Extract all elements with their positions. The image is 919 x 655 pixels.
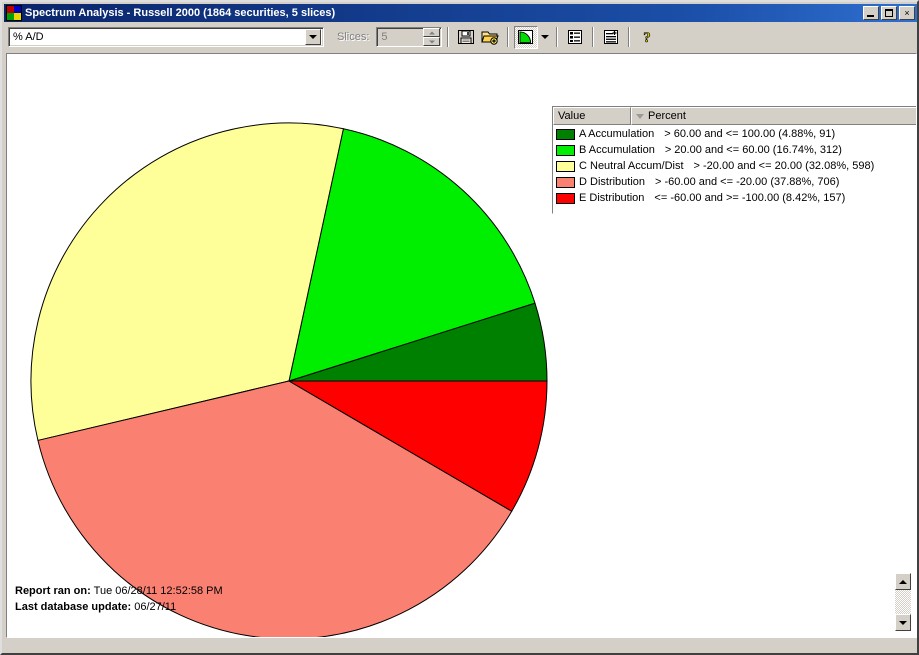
- chevron-down-icon: [309, 35, 317, 39]
- legend-row-label: A Accumulation: [579, 128, 655, 140]
- add-report-button[interactable]: [599, 25, 624, 49]
- legend-color-swatch: [556, 160, 575, 172]
- window-title: Spectrum Analysis - Russell 2000 (1864 s…: [25, 7, 336, 19]
- slices-value: 5: [381, 31, 388, 43]
- scrollbar-track[interactable]: [895, 590, 911, 614]
- chart-content-area: Value Percent A Accumulation > 60.00 and …: [6, 53, 917, 638]
- slices-label: Slices:: [337, 31, 370, 43]
- toolbar-separator: [507, 27, 510, 47]
- indicator-select[interactable]: % A/D: [8, 27, 324, 47]
- legend-row-range: <= -60.00 and >= -100.00 (8.42%, 157): [654, 192, 846, 204]
- chevron-up-icon: [428, 31, 435, 34]
- open-folder-icon: [481, 31, 500, 45]
- maximize-icon: [885, 9, 893, 17]
- legend-column-value[interactable]: Value: [553, 107, 631, 125]
- scroll-down-button[interactable]: [895, 614, 911, 631]
- report-ran-line: Report ran on: Tue 06/28/11 12:52:58 PM: [15, 583, 223, 599]
- legend-color-swatch: [556, 144, 575, 156]
- maximize-button[interactable]: [881, 6, 897, 20]
- toolbar: % A/D Slices: 5 ?: [4, 23, 917, 51]
- legend-row-list: A Accumulation > 60.00 and <= 100.00 (4.8…: [553, 125, 916, 206]
- close-icon: ×: [904, 8, 910, 18]
- legend-row[interactable]: E Distribution <= -60.00 and >= -100.00 (…: [553, 190, 916, 206]
- close-button[interactable]: ×: [899, 6, 915, 20]
- legend-row-label: E Distribution: [579, 192, 645, 204]
- help-button[interactable]: ?: [635, 25, 660, 49]
- list-add-icon: [604, 30, 619, 44]
- pie-chart-app-icon: [6, 5, 22, 21]
- vertical-scrollbar[interactable]: [895, 573, 911, 631]
- floppy-disk-icon: [458, 30, 475, 44]
- report-footer: Report ran on: Tue 06/28/11 12:52:58 PM …: [15, 583, 223, 615]
- legend-column-percent[interactable]: Percent: [631, 107, 916, 125]
- chart-type-button[interactable]: [514, 25, 539, 49]
- legend-row[interactable]: D Distribution > -60.00 and <= -20.00 (37…: [553, 174, 916, 190]
- toolbar-separator: [447, 27, 450, 47]
- legend-row-range: > 60.00 and <= 100.00 (4.88%, 91): [664, 128, 836, 140]
- list-report-icon: [568, 30, 583, 44]
- chevron-down-icon: [428, 40, 435, 43]
- minimize-icon: [867, 15, 874, 17]
- sort-descending-icon: [632, 113, 648, 119]
- chevron-down-icon: [540, 35, 549, 39]
- legend-color-swatch: [556, 128, 575, 140]
- last-update-label: Last database update:: [15, 601, 132, 613]
- legend-row-range: > 20.00 and <= 60.00 (16.74%, 312): [664, 144, 842, 156]
- scroll-up-button[interactable]: [895, 573, 911, 590]
- application-window: Spectrum Analysis - Russell 2000 (1864 s…: [0, 0, 919, 655]
- legend-row-label: D Distribution: [579, 176, 646, 188]
- slices-decrement-button[interactable]: [423, 37, 441, 46]
- save-button[interactable]: [454, 25, 479, 49]
- chart-type-dropdown[interactable]: [538, 25, 552, 49]
- window-controls: ×: [863, 6, 915, 20]
- last-update-line: Last database update: 06/27/11: [15, 599, 223, 615]
- question-mark-icon: ?: [643, 30, 652, 46]
- toolbar-separator: [628, 27, 631, 47]
- legend-column-percent-label: Percent: [648, 110, 686, 122]
- legend-row-label: B Accumulation: [579, 144, 655, 156]
- legend-panel: Value Percent A Accumulation > 60.00 and …: [552, 106, 916, 214]
- title-bar: Spectrum Analysis - Russell 2000 (1864 s…: [4, 4, 917, 22]
- report-ran-label: Report ran on:: [15, 585, 91, 597]
- slices-stepper[interactable]: 5: [376, 27, 443, 47]
- legend-header: Value Percent: [553, 107, 916, 125]
- toolbar-separator: [556, 27, 559, 47]
- legend-color-swatch: [556, 192, 575, 204]
- legend-row-label: C Neutral Accum/Dist: [579, 160, 684, 172]
- slices-increment-button[interactable]: [423, 28, 441, 37]
- last-update-value: 06/27/11: [134, 601, 177, 613]
- legend-row[interactable]: A Accumulation > 60.00 and <= 100.00 (4.8…: [553, 126, 916, 142]
- report-view-button[interactable]: [563, 25, 588, 49]
- svg-text:?: ?: [644, 30, 652, 46]
- legend-color-swatch: [556, 176, 575, 188]
- minimize-button[interactable]: [863, 6, 879, 20]
- pie-chart-icon: [518, 30, 534, 44]
- toolbar-separator: [592, 27, 595, 47]
- legend-row[interactable]: B Accumulation > 20.00 and <= 60.00 (16.7…: [553, 142, 916, 158]
- scroll-down-arrow-icon: [899, 620, 907, 625]
- legend-row-range: > -60.00 and <= -20.00 (37.88%, 706): [655, 176, 840, 188]
- scroll-up-arrow-icon: [899, 579, 907, 584]
- slices-spinner-arrows[interactable]: [423, 28, 441, 46]
- indicator-dropdown-button[interactable]: [305, 29, 321, 45]
- open-button[interactable]: [478, 25, 503, 49]
- report-ran-value: Tue 06/28/11 12:52:58 PM: [93, 585, 223, 597]
- indicator-value: % A/D: [13, 31, 44, 43]
- legend-row-range: > -20.00 and <= 20.00 (32.08%, 598): [693, 160, 875, 172]
- legend-row[interactable]: C Neutral Accum/Dist > -20.00 and <= 20.0…: [553, 158, 916, 174]
